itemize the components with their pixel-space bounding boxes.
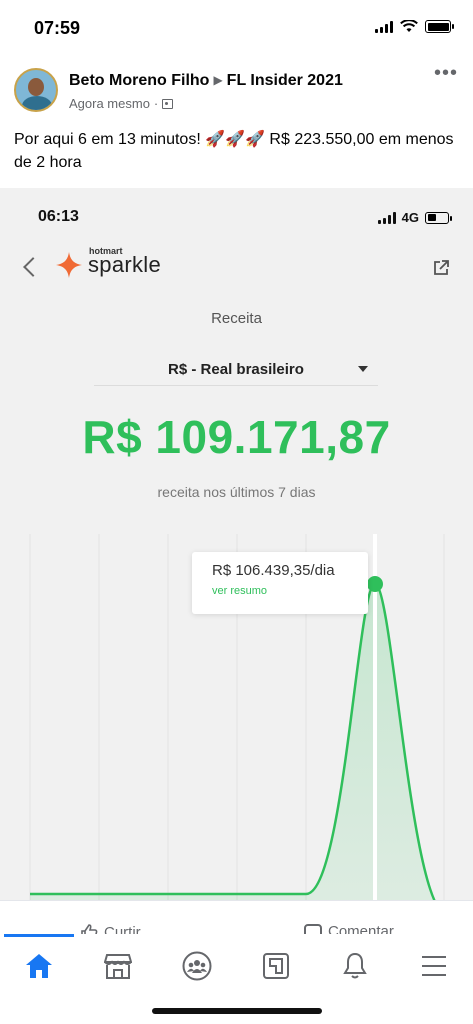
inner-signal-icon bbox=[377, 211, 396, 224]
status-icons bbox=[375, 20, 454, 33]
arrow-right-icon: ▶ bbox=[213, 73, 223, 87]
nav-active-indicator bbox=[4, 934, 74, 937]
more-options-button[interactable]: ••• bbox=[434, 63, 458, 83]
notifications-icon bbox=[343, 952, 367, 979]
avatar[interactable] bbox=[14, 68, 58, 112]
chart-tooltip: R$ 106.439,35/dia ver resumo bbox=[192, 552, 368, 614]
chart-peak-point[interactable] bbox=[367, 576, 383, 592]
nav-notifications[interactable] bbox=[333, 944, 377, 988]
pages-icon bbox=[263, 953, 289, 979]
external-link-icon bbox=[434, 260, 449, 275]
logo-small-text: hotmart bbox=[89, 246, 123, 256]
marketplace-icon bbox=[104, 954, 132, 979]
battery-icon bbox=[425, 20, 454, 33]
audience-icon bbox=[162, 98, 174, 109]
nav-pages[interactable] bbox=[254, 944, 298, 988]
post-author-line: Beto Moreno Filho ▶ FL Insider 2021 bbox=[69, 72, 343, 90]
group-name[interactable]: FL Insider 2021 bbox=[227, 72, 343, 89]
post-header: Beto Moreno Filho ▶ FL Insider 2021 Agora … bbox=[14, 63, 460, 116]
reaction-bar: Curtir Comentar bbox=[0, 900, 473, 938]
groups-icon bbox=[182, 951, 212, 981]
tooltip-summary-link[interactable]: ver resumo bbox=[212, 585, 368, 597]
back-chevron-icon bbox=[23, 257, 43, 277]
wifi-icon bbox=[400, 20, 418, 32]
nav-home[interactable] bbox=[17, 944, 61, 988]
nav-menu[interactable] bbox=[412, 944, 456, 988]
status-time: 07:59 bbox=[34, 18, 81, 38]
author-name[interactable]: Beto Moreno Filho bbox=[69, 72, 209, 89]
nav-marketplace[interactable] bbox=[96, 944, 140, 988]
bottom-nav bbox=[0, 934, 473, 1024]
revenue-amount: R$ 109.171,87 bbox=[82, 411, 391, 463]
post-image[interactable]: 06:13 4G hotmart sparkle Receita R$ - Re… bbox=[0, 188, 473, 900]
network-label: 4G bbox=[401, 210, 419, 225]
tooltip-value: R$ 106.439,35/dia bbox=[212, 562, 335, 579]
screen: 07:59 Beto Moreno Filho ▶ FL Insider 2021 … bbox=[0, 0, 473, 1024]
inner-battery-icon bbox=[425, 211, 452, 224]
home-icon bbox=[26, 954, 52, 978]
post-text: Por aqui 6 em 13 minutos! 🚀🚀🚀 R$ 223.550… bbox=[14, 131, 454, 171]
menu-icon bbox=[422, 956, 446, 976]
currency-select: R$ - Real brasileiro bbox=[94, 354, 378, 386]
hotmart-sparkle-logo: hotmart sparkle bbox=[56, 246, 161, 278]
revenue-caption: receita nos últimos 7 dias bbox=[157, 484, 316, 500]
currency-label: R$ - Real brasileiro bbox=[168, 361, 304, 378]
post-timestamp[interactable]: Agora mesmo bbox=[69, 96, 150, 111]
nav-groups[interactable] bbox=[175, 944, 219, 988]
status-bar: 07:59 bbox=[0, 0, 473, 56]
inner-status-time: 06:13 bbox=[38, 208, 79, 225]
home-indicator bbox=[152, 1008, 322, 1014]
signal-icon bbox=[375, 20, 393, 33]
section-title: Receita bbox=[211, 310, 262, 327]
caret-down-icon bbox=[358, 366, 368, 372]
sparkle-star-icon bbox=[56, 252, 82, 278]
inner-status-icons: 4G bbox=[377, 210, 452, 225]
post-meta: Agora mesmo · bbox=[69, 96, 174, 111]
